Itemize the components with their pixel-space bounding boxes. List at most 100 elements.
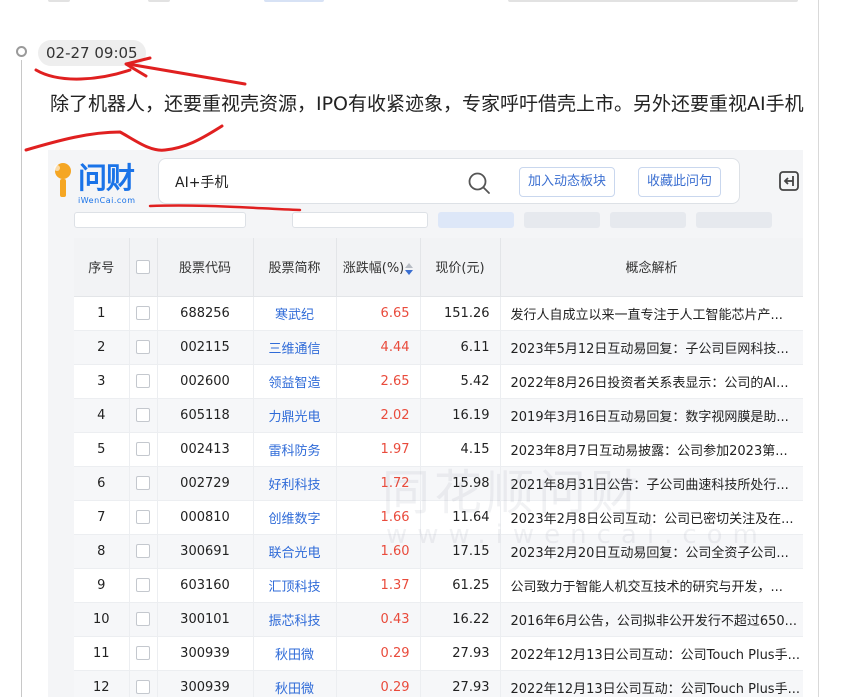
current-price: 11.64 — [420, 500, 501, 535]
stock-name-link[interactable]: 领益智造 — [253, 364, 337, 399]
table-row[interactable]: 1 688256 寒武纪 6.65 151.26 发行人自成立以来一直专注于人工智能芯片产… — [74, 296, 803, 331]
current-price: 27.93 — [420, 670, 501, 697]
concept-analysis[interactable]: 2019年3月16日互动易回复：数字视网膜是助... — [500, 398, 803, 433]
change-percent: 0.29 — [336, 670, 421, 697]
row-checkbox[interactable] — [129, 398, 158, 433]
stock-name-link[interactable]: 联合光电 — [253, 534, 337, 569]
table-row[interactable]: 2 002115 三维通信 4.44 6.11 2023年5月12日互动易回复：子公司巨网… — [74, 330, 803, 365]
save-question-button[interactable]: 收藏此问句 — [638, 167, 722, 197]
change-percent: 0.29 — [336, 636, 421, 671]
row-checkbox[interactable] — [129, 636, 158, 671]
stock-code: 300939 — [157, 636, 254, 671]
concept-analysis[interactable]: 2021年8月31日公告：子公司曲速科技所处行... — [500, 466, 803, 501]
stock-code: 300939 — [157, 670, 254, 697]
row-checkbox[interactable] — [129, 364, 158, 399]
row-select-checkbox[interactable] — [136, 578, 150, 592]
row-checkbox[interactable] — [129, 330, 158, 365]
change-percent: 1.60 — [336, 534, 421, 569]
stock-name-link[interactable]: 寒武纪 — [253, 296, 337, 331]
stock-code: 300691 — [157, 534, 254, 569]
concept-analysis[interactable]: 2023年8月7日互动易披露：公司参加2023第... — [500, 432, 803, 467]
row-select-checkbox[interactable] — [136, 340, 150, 354]
current-price: 15.98 — [420, 466, 501, 501]
concept-analysis[interactable]: 2016年6月公告，公司拟非公开发行不超过650... — [500, 602, 803, 637]
concept-analysis[interactable]: 2022年12月13日公司互动：公司Touch Plus手... — [500, 670, 803, 697]
table-row[interactable]: 7 000810 创维数字 1.66 11.64 2023年2月8日公司互动：公司已密切关… — [74, 500, 803, 535]
select-all-checkbox[interactable] — [136, 259, 150, 274]
row-select-checkbox[interactable] — [136, 374, 150, 388]
table-row[interactable]: 8 300691 联合光电 1.60 17.15 2023年2月20日互动易回复：公司全资… — [74, 534, 803, 569]
header-change[interactable]: 涨跌幅(%) — [336, 238, 421, 297]
row-checkbox[interactable] — [129, 534, 158, 569]
logo-subtext: iWenCai.com — [78, 196, 136, 205]
stock-code: 000810 — [157, 500, 254, 535]
stock-name-link[interactable]: 三维通信 — [253, 330, 337, 365]
table-row[interactable]: 11 300939 秋田微 0.29 27.93 2022年12月13日公司互动：公司To… — [74, 636, 803, 671]
table-row[interactable]: 4 605118 力鼎光电 2.02 16.19 2019年3月16日互动易回复：数字视网… — [74, 398, 803, 433]
search-box: 加入动态板块 收藏此问句 — [158, 158, 740, 204]
stock-name-link[interactable]: 秋田微 — [253, 670, 337, 697]
concept-analysis[interactable]: 2023年2月20日互动易回复：公司全资子公司... — [500, 534, 803, 569]
header-code[interactable]: 股票代码 — [157, 238, 254, 297]
table-row[interactable]: 3 002600 领益智造 2.65 5.42 2022年8月26日投资者关系表显示：公司… — [74, 364, 803, 399]
row-checkbox[interactable] — [129, 432, 158, 467]
logo-text: 问财 — [78, 161, 135, 195]
row-select-checkbox[interactable] — [136, 476, 150, 490]
row-checkbox[interactable] — [129, 602, 158, 637]
header-change-label: 涨跌幅(%) — [342, 261, 405, 277]
header-index: 序号 — [74, 238, 130, 297]
change-percent: 1.37 — [336, 568, 421, 603]
change-percent: 1.66 — [336, 500, 421, 535]
right-border — [818, 0, 819, 697]
stock-code: 300101 — [157, 602, 254, 637]
row-checkbox[interactable] — [129, 500, 158, 535]
add-dynamic-board-button[interactable]: 加入动态板块 — [519, 167, 616, 197]
concept-analysis[interactable]: 发行人自成立以来一直专注于人工智能芯片产... — [500, 296, 803, 331]
sort-icon[interactable] — [405, 262, 414, 275]
current-price: 17.15 — [420, 534, 501, 569]
search-icon[interactable] — [467, 171, 491, 195]
wencai-logo[interactable]: 问财 iWenCai.com — [52, 160, 152, 208]
row-select-checkbox[interactable] — [136, 612, 150, 626]
concept-analysis[interactable]: 2022年8月26日投资者关系表显示：公司的AI... — [500, 364, 803, 399]
row-checkbox[interactable] — [129, 466, 158, 501]
change-percent: 6.65 — [336, 296, 421, 331]
row-select-checkbox[interactable] — [136, 544, 150, 558]
stock-name-link[interactable]: 振芯科技 — [253, 602, 337, 637]
wencai-toolbar: 问财 iWenCai.com 加入动态板块 收藏此问句 — [48, 150, 803, 214]
table-row[interactable]: 12 300939 秋田微 0.29 27.93 2022年12月13日公司互动：公司To… — [74, 670, 803, 697]
stock-name-link[interactable]: 好利科技 — [253, 466, 337, 501]
search-input[interactable] — [175, 169, 455, 195]
concept-analysis[interactable]: 2022年12月13日公司互动：公司Touch Plus手... — [500, 636, 803, 671]
stock-name-link[interactable]: 秋田微 — [253, 636, 337, 671]
header-checkbox[interactable] — [129, 238, 158, 297]
row-select-checkbox[interactable] — [136, 680, 150, 694]
stock-name-link[interactable]: 创维数字 — [253, 500, 337, 535]
row-select-checkbox[interactable] — [136, 306, 150, 320]
row-select-checkbox[interactable] — [136, 646, 150, 660]
current-price: 4.15 — [420, 432, 501, 467]
change-percent: 1.97 — [336, 432, 421, 467]
row-select-checkbox[interactable] — [136, 408, 150, 422]
exit-icon[interactable] — [778, 170, 800, 192]
table-row[interactable]: 5 002413 雷科防务 1.97 4.15 2023年8月7日互动易披露：公司参加20… — [74, 432, 803, 467]
concept-analysis[interactable]: 2023年5月12日互动易回复：子公司巨网科技... — [500, 330, 803, 365]
row-select-checkbox[interactable] — [136, 442, 150, 456]
table-row[interactable]: 6 002729 好利科技 1.72 15.98 2021年8月31日公告：子公司曲速科技… — [74, 466, 803, 501]
stock-name-link[interactable]: 汇顶科技 — [253, 568, 337, 603]
current-price: 61.25 — [420, 568, 501, 603]
table-row[interactable]: 10 300101 振芯科技 0.43 16.22 2016年6月公告，公司拟非公开发行不… — [74, 602, 803, 637]
row-checkbox[interactable] — [129, 296, 158, 331]
stock-name-link[interactable]: 力鼎光电 — [253, 398, 337, 433]
header-name[interactable]: 股票简称 — [253, 238, 337, 297]
row-checkbox[interactable] — [129, 568, 158, 603]
concept-analysis[interactable]: 2023年2月8日公司互动：公司已密切关注及在... — [500, 500, 803, 535]
row-index: 4 — [74, 398, 130, 433]
row-checkbox[interactable] — [129, 670, 158, 697]
row-index: 12 — [74, 670, 130, 697]
table-row[interactable]: 9 603160 汇顶科技 1.37 61.25 公司致力于智能人机交互技术的研究与开发，… — [74, 568, 803, 603]
row-select-checkbox[interactable] — [136, 510, 150, 524]
concept-analysis[interactable]: 公司致力于智能人机交互技术的研究与开发，... — [500, 568, 803, 603]
stock-name-link[interactable]: 雷科防务 — [253, 432, 337, 467]
header-price[interactable]: 现价(元) — [420, 238, 501, 297]
